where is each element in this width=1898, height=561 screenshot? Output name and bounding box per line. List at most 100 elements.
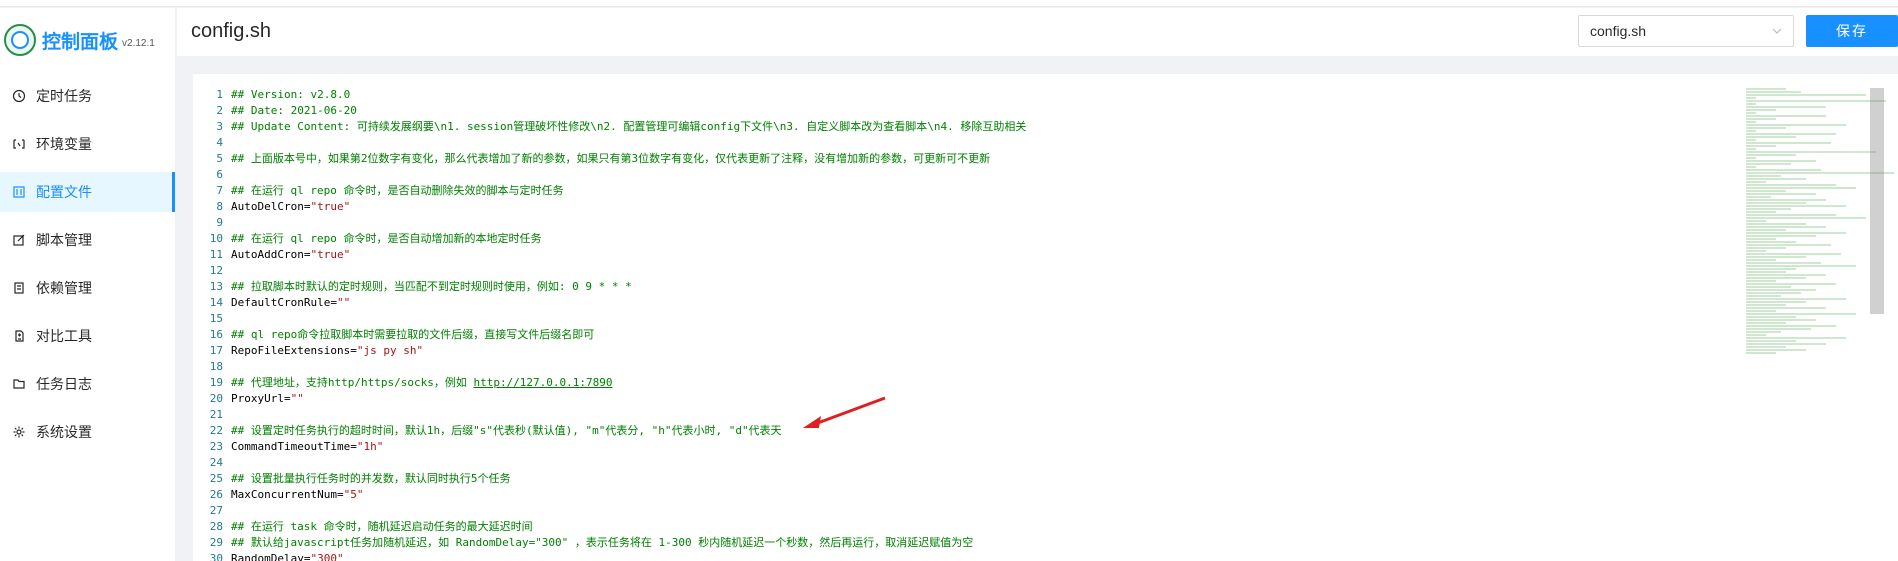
sidebar-item-2[interactable]: 配置文件 (0, 172, 175, 212)
minimap-row (1746, 160, 1816, 162)
minimap-row (1746, 226, 1826, 228)
code-line[interactable]: 1 ## Version: v2.8.0 (193, 87, 1026, 103)
code-token: ## 在运行 ql repo 命令时，是否自动删除失效的脚本与定时任务 (231, 184, 564, 197)
minimap-row (1746, 136, 1796, 138)
line-number: 17 (209, 344, 223, 357)
minimap-row (1746, 283, 1836, 285)
sidebar-item-label: 依赖管理 (36, 280, 92, 296)
code-line[interactable]: 6 (193, 167, 1026, 183)
sidebar-item-4[interactable]: 依赖管理 (0, 268, 175, 308)
code-line[interactable]: 11 AutoAddCron= "true" (193, 247, 1026, 263)
code-line[interactable]: 24 (193, 455, 1026, 471)
line-number: 11 (209, 248, 223, 261)
minimap-row (1746, 256, 1806, 258)
line-number: 13 (209, 280, 223, 293)
code-line[interactable]: 20 ProxyUrl= "" (193, 391, 1026, 407)
minimap-row (1746, 274, 1826, 276)
code-line[interactable]: 14 DefaultCronRule= "" (193, 295, 1026, 311)
code-line[interactable]: 28 ## 在运行 task 命令时，随机延迟启动任务的最大延迟时间 (193, 519, 1026, 535)
minimap-row (1746, 307, 1826, 309)
minimap-row (1746, 250, 1766, 252)
minimap-row (1746, 145, 1776, 147)
code-line[interactable]: 10 ## 在运行 ql repo 命令时，是否自动增加新的本地定时任务 (193, 231, 1026, 247)
code-line[interactable]: 18 (193, 359, 1026, 375)
code-link[interactable]: http://127.0.0.1:7890 (473, 375, 612, 391)
code-token: ## 设置定时任务执行的超时时间，默认1h，后缀"s"代表秒(默认值), "m"… (231, 424, 782, 437)
clock-icon (12, 89, 26, 103)
code-line[interactable]: 4 (193, 135, 1026, 151)
minimap-row (1746, 328, 1811, 330)
sidebar-item-label: 脚本管理 (36, 232, 92, 248)
editor-scrollbar[interactable] (1870, 88, 1884, 314)
code-line[interactable]: 12 (193, 263, 1026, 279)
code-lines[interactable]: 1 ## Version: v2.8.0 2 ## Date: 2021-06-20 3… (193, 87, 1027, 561)
line-number: 14 (209, 296, 223, 309)
minimap-row (1746, 217, 1866, 219)
minimap-row (1746, 289, 1816, 291)
code-line[interactable]: 9 (193, 215, 1026, 231)
code-line[interactable]: 30 RandomDelay= "300" (193, 551, 1026, 561)
code-line[interactable]: 8 AutoDelCron= "true" (193, 199, 1026, 215)
code-line[interactable]: 7 ## 在运行 ql repo 命令时，是否自动删除失效的脚本与定时任务 (193, 183, 1026, 199)
code-line[interactable]: 17 RepoFileExtensions= "js py sh" (193, 343, 1026, 359)
top-bar (0, 0, 1898, 7)
minimap-row (1746, 118, 1776, 120)
minimap-row (1746, 178, 1806, 180)
code-token: RepoFileExtensions= (231, 344, 357, 357)
code-line[interactable]: 3 ## Update Content: 可持续发展纲要\n1. session管… (193, 119, 1026, 135)
line-number: 21 (209, 408, 223, 421)
minimap-row (1746, 271, 1786, 273)
sidebar-item-5[interactable]: 对比工具 (0, 316, 175, 356)
sidebar-item-1[interactable]: 环境变量 (0, 124, 175, 164)
sidebar-item-6[interactable]: 任务日志 (0, 364, 175, 404)
brand[interactable]: 控制面板 v2.12.1 (0, 8, 175, 72)
minimap-row (1746, 319, 1816, 321)
line-number: 3 (216, 120, 223, 133)
minimap-row (1746, 190, 1786, 192)
minimap-row (1746, 268, 1796, 270)
line-number: 29 (209, 536, 223, 549)
minimap-row (1746, 295, 1781, 297)
code-line[interactable]: 26 MaxConcurrentNum= "5" (193, 487, 1026, 503)
sidebar-item-0[interactable]: 定时任务 (0, 76, 175, 116)
sidebar-item-7[interactable]: 系统设置 (0, 412, 175, 452)
code-line[interactable]: 21 (193, 407, 1026, 423)
code-line[interactable]: 19 ## 代理地址，支持http/https/socks，例如 http://1… (193, 375, 1026, 391)
code-token: "js py sh" (356, 344, 424, 357)
code-line[interactable]: 27 (193, 503, 1026, 519)
sidebar-item-3[interactable]: 脚本管理 (0, 220, 175, 260)
minimap-row (1746, 349, 1806, 351)
line-number: 23 (209, 440, 223, 453)
package-icon (12, 281, 26, 295)
code-line[interactable]: 15 (193, 311, 1026, 327)
minimap-row (1746, 220, 1766, 222)
minimap-row (1746, 175, 1781, 177)
code-editor[interactable]: 1 ## Version: v2.8.0 2 ## Date: 2021-06-20 3… (193, 74, 1898, 561)
code-line[interactable]: 23 CommandTimeoutTime= "1h" (193, 439, 1026, 455)
minimap-row (1746, 202, 1806, 204)
line-number: 26 (209, 488, 223, 501)
sidebar: 控制面板 v2.12.1 定时任务环境变量配置文件脚本管理依赖管理对比工具任务日… (0, 8, 176, 561)
file-select[interactable]: config.sh (1578, 15, 1794, 47)
line-number: 4 (216, 136, 223, 149)
code-line[interactable]: 25 ## 设置批量执行任务时的并发数，默认同时执行5个任务 (193, 471, 1026, 487)
code-line[interactable]: 22 ## 设置定时任务执行的超时时间，默认1h，后缀"s"代表秒(默认值), "… (193, 423, 1026, 439)
line-number: 24 (209, 456, 223, 469)
code-line[interactable]: 5 ## 上面版本号中，如果第2位数字有变化，那么代表增加了新的参数，如果只有第3… (193, 151, 1026, 167)
minimap-row (1746, 352, 1776, 354)
minimap-row (1746, 301, 1806, 303)
code-token: "300" (310, 552, 344, 561)
line-number: 1 (216, 88, 223, 101)
minimap-row (1746, 337, 1846, 339)
code-line[interactable]: 29 ## 默认给javascript任务加随机延迟，如 RandomDelay=… (193, 535, 1026, 551)
code-line[interactable]: 13 ## 拉取脚本时默认的定时规则，当匹配不到定时规则时使用，例如: 0 9 *… (193, 279, 1026, 295)
save-button[interactable]: 保存 (1806, 15, 1898, 47)
minimap-row (1746, 154, 1796, 156)
line-number: 2 (216, 104, 223, 117)
minimap-row (1746, 232, 1846, 234)
brand-version: v2.12.1 (122, 37, 155, 49)
line-number: 19 (209, 376, 223, 389)
code-line[interactable]: 16 ## ql repo命令拉取脚本时需要拉取的文件后缀，直接写文件后缀名即可 (193, 327, 1026, 343)
sidebar-item-label: 环境变量 (36, 136, 92, 152)
code-line[interactable]: 2 ## Date: 2021-06-20 (193, 103, 1026, 119)
